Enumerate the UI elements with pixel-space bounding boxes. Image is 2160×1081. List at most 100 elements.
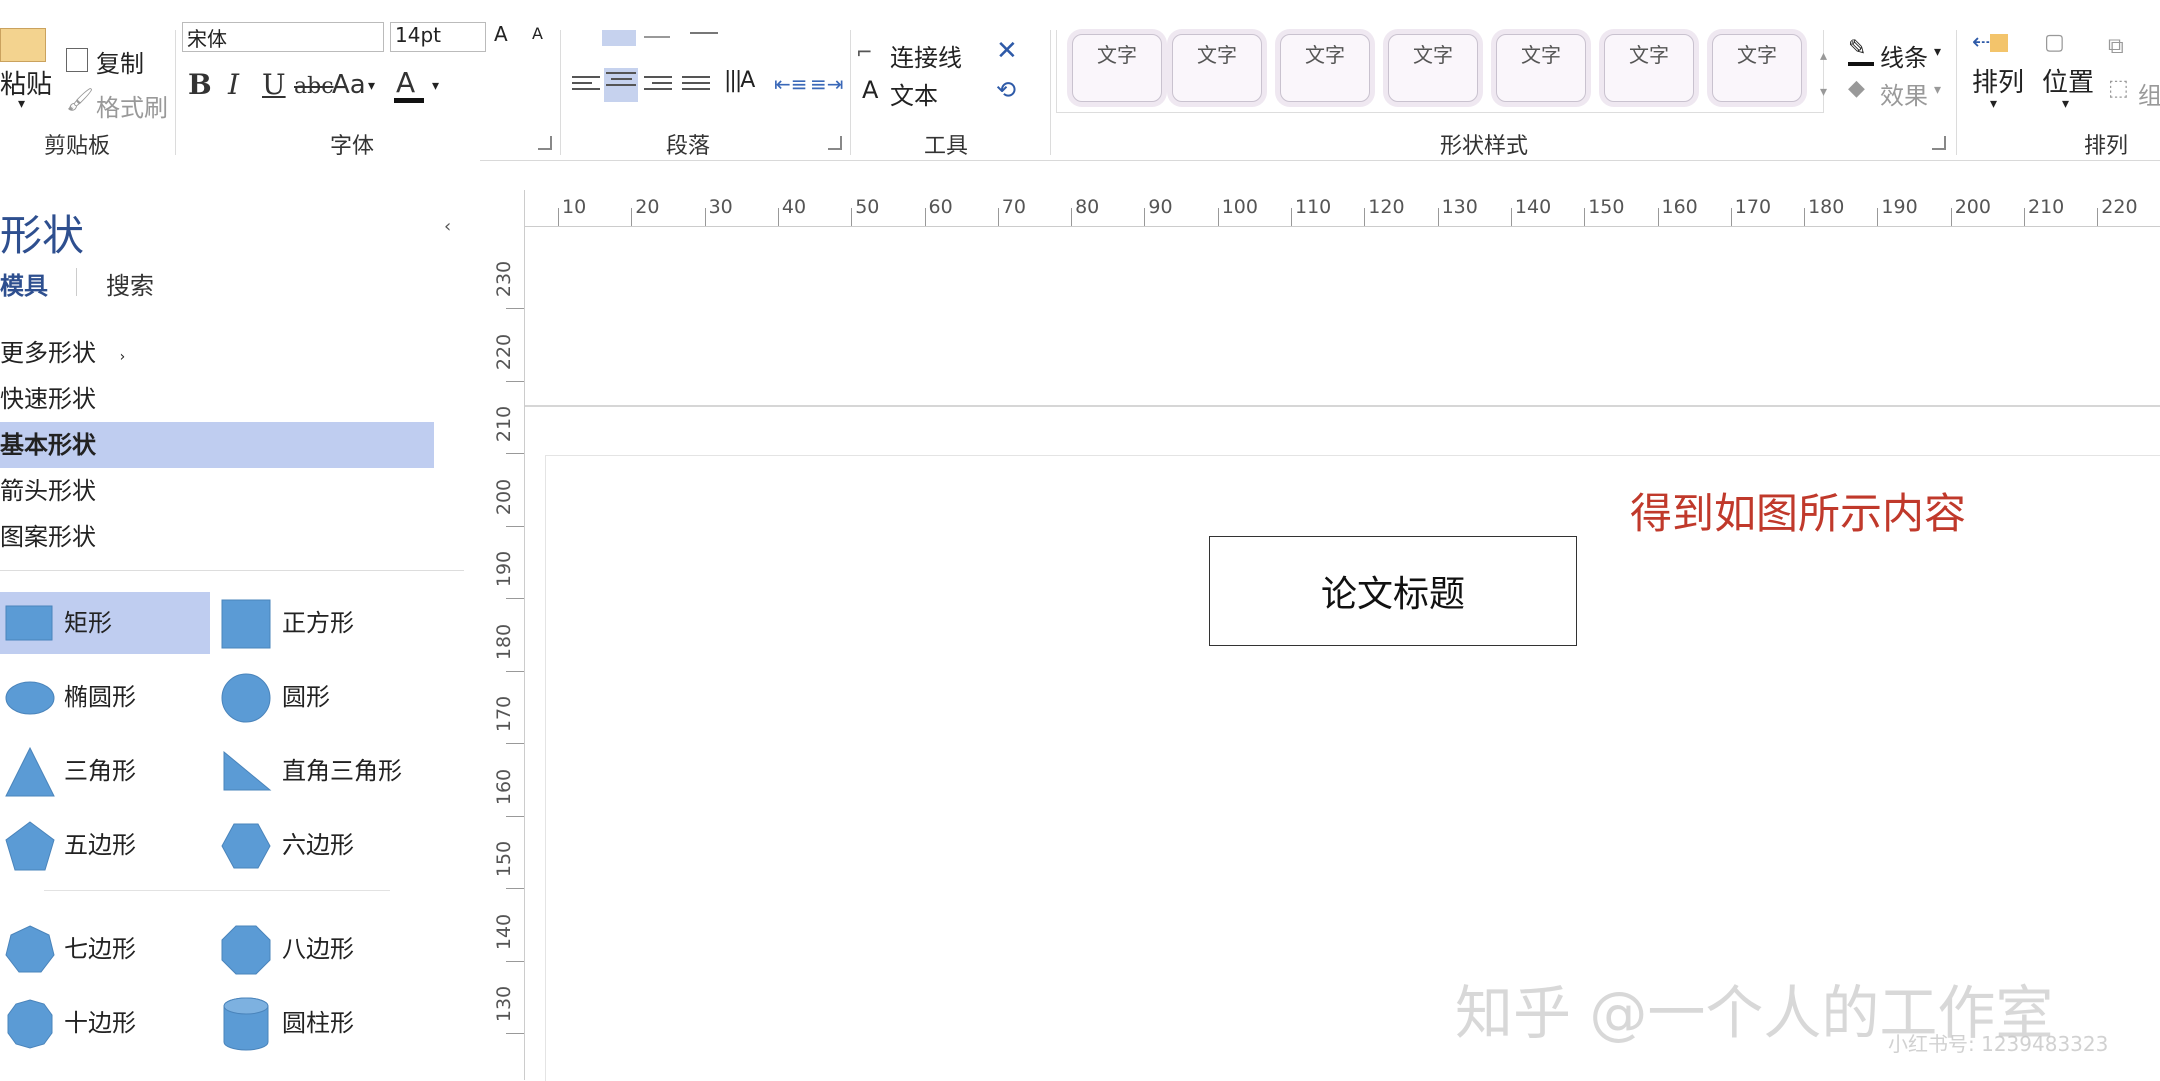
clipboard-group-label: 剪贴板: [44, 134, 111, 159]
connector-button[interactable]: 连接线: [890, 38, 962, 73]
paste-icon[interactable]: [0, 28, 46, 62]
font-color-dropdown-icon[interactable]: ▾: [432, 78, 439, 94]
ruler-tick-label: 200: [493, 478, 515, 515]
ruler-tick: [1364, 208, 1366, 226]
strikethrough-button[interactable]: abc: [294, 74, 334, 99]
arrange-group-label: 排列: [2084, 134, 2129, 159]
arrange-button[interactable]: 排列: [1972, 62, 2024, 99]
underline-button[interactable]: U: [262, 68, 286, 101]
square-icon: [221, 599, 271, 649]
shape-style-thumb[interactable]: 文字: [1388, 34, 1478, 102]
gallery-scroll-up-icon[interactable]: ▴: [1820, 48, 1827, 64]
shape-style-thumb[interactable]: 文字: [1072, 34, 1162, 102]
text-direction-icon[interactable]: |||A: [724, 68, 755, 93]
align-right-icon[interactable]: [644, 72, 672, 96]
position-dropdown-icon[interactable]: ▾: [2062, 96, 2069, 112]
ruler-tick-label: 220: [2101, 196, 2138, 218]
shape-label: 七边形: [64, 935, 136, 963]
tab-stencils[interactable]: 模具: [0, 266, 48, 301]
align-left-icon[interactable]: [572, 72, 600, 96]
shape-rectangle[interactable]: 矩形: [0, 592, 210, 654]
shape-style-thumb[interactable]: 文字: [1712, 34, 1802, 102]
decrease-indent-icon[interactable]: ⇤≡: [774, 72, 808, 96]
font-size-combo[interactable]: 14pt: [390, 22, 486, 52]
effects-button[interactable]: 效果: [1880, 76, 1928, 111]
category-arrow-shapes[interactable]: 箭头形状: [0, 468, 434, 514]
shape-triangle[interactable]: 三角形: [0, 740, 210, 802]
shape-style-thumb[interactable]: 文字: [1604, 34, 1694, 102]
align-center-icon[interactable]: [604, 68, 638, 102]
bullets-icon[interactable]: [690, 32, 718, 44]
page-boundary-line: [525, 405, 2160, 407]
copy-button[interactable]: 复制: [96, 44, 144, 79]
shape-square[interactable]: 正方形: [216, 592, 436, 654]
shape-pentagon[interactable]: 五边形: [0, 814, 210, 876]
paste-dropdown-icon[interactable]: ▾: [18, 96, 25, 112]
middle-align-icon[interactable]: [644, 36, 670, 38]
arrange-dropdown-icon[interactable]: ▾: [1990, 96, 1997, 112]
bold-button[interactable]: B: [188, 68, 212, 101]
ruler-tick: [506, 380, 524, 382]
ruler-tick-label: 70: [1001, 196, 1026, 218]
close-shape-icon[interactable]: ✕: [996, 36, 1018, 66]
position-button[interactable]: 位置: [2042, 62, 2094, 99]
group-button[interactable]: 组: [2138, 76, 2160, 111]
ruler-tick: [506, 815, 524, 817]
shape-octagon[interactable]: 八边形: [216, 918, 436, 980]
shape-style-thumb[interactable]: 文字: [1496, 34, 1586, 102]
italic-button[interactable]: I: [228, 68, 239, 101]
category-more-shapes[interactable]: 更多形状 ›: [0, 330, 434, 376]
category-basic-shapes[interactable]: 基本形状: [0, 422, 434, 468]
paragraph-dialog-launcher-icon[interactable]: [828, 136, 842, 150]
category-pattern-shapes[interactable]: 图案形状: [0, 514, 434, 560]
cylinder-icon: [223, 997, 269, 1051]
shape-hexagon[interactable]: 六边形: [216, 814, 436, 876]
shape-style-thumb[interactable]: 文字: [1172, 34, 1262, 102]
font-dialog-launcher-icon[interactable]: [538, 136, 552, 150]
increase-indent-icon[interactable]: ≡⇥: [810, 72, 844, 96]
category-quick-shapes[interactable]: 快速形状: [0, 376, 434, 422]
font-color-button[interactable]: A: [396, 66, 415, 99]
vertical-ruler[interactable]: 230 220 210 200 190 180 170 160 150 140 130: [488, 226, 525, 1080]
change-case-button[interactable]: Aa: [332, 70, 366, 100]
shape-ellipse[interactable]: 椭圆形: [0, 666, 210, 728]
ruler-tick-label: 200: [1954, 196, 1991, 218]
horizontal-ruler[interactable]: 10 20 30 40 50 60 70 80 90 100 110 120 130 140 150 160 1…: [488, 190, 2160, 227]
separator: [175, 30, 176, 155]
gallery-scroll-down-icon[interactable]: ▾: [1820, 84, 1827, 100]
shape-decagon[interactable]: 十边形: [0, 992, 210, 1054]
shape-heptagon[interactable]: 七边形: [0, 918, 210, 980]
text-tool-button[interactable]: 文本: [890, 76, 938, 111]
shape-label: 六边形: [282, 831, 354, 859]
arrange-icon: ⇠: [1972, 30, 2009, 55]
collapse-panel-icon[interactable]: ‹: [444, 216, 451, 237]
shape-right-triangle[interactable]: 直角三角形: [216, 740, 446, 802]
shape-styles-dialog-launcher-icon[interactable]: [1932, 136, 1946, 150]
shrink-font-icon[interactable]: A: [532, 24, 543, 43]
font-name-combo[interactable]: 宋体: [182, 22, 384, 52]
circle-icon: [221, 673, 271, 723]
change-case-dropdown-icon[interactable]: ▾: [368, 78, 375, 94]
justify-icon[interactable]: [682, 72, 710, 96]
divider: [44, 890, 390, 891]
effects-dropdown-icon[interactable]: ▾: [1934, 82, 1941, 98]
pentagon-icon: [5, 821, 55, 871]
pointer-tool-icon[interactable]: ⟲: [996, 76, 1016, 104]
title-box-shape[interactable]: 论文标题: [1209, 536, 1577, 646]
top-align-icon[interactable]: [602, 30, 636, 46]
tab-search[interactable]: 搜索: [106, 266, 154, 301]
text-tool-icon: A: [862, 76, 879, 104]
line-dropdown-icon[interactable]: ▾: [1934, 44, 1941, 60]
ruler-tick: [704, 208, 706, 226]
line-button[interactable]: 线条: [1880, 38, 1928, 73]
shape-style-thumb[interactable]: 文字: [1280, 34, 1370, 102]
copy-icon: [66, 48, 88, 72]
shape-cylinder[interactable]: 圆柱形: [216, 992, 436, 1054]
ruler-tick: [924, 208, 926, 226]
ruler-tick-label: 90: [1148, 196, 1173, 218]
grow-font-icon[interactable]: A: [494, 22, 508, 46]
shape-circle[interactable]: 圆形: [216, 666, 436, 728]
ruler-tick: [1657, 208, 1659, 226]
format-painter-button[interactable]: 格式刷: [96, 88, 168, 123]
paste-button[interactable]: 粘贴: [0, 64, 52, 101]
